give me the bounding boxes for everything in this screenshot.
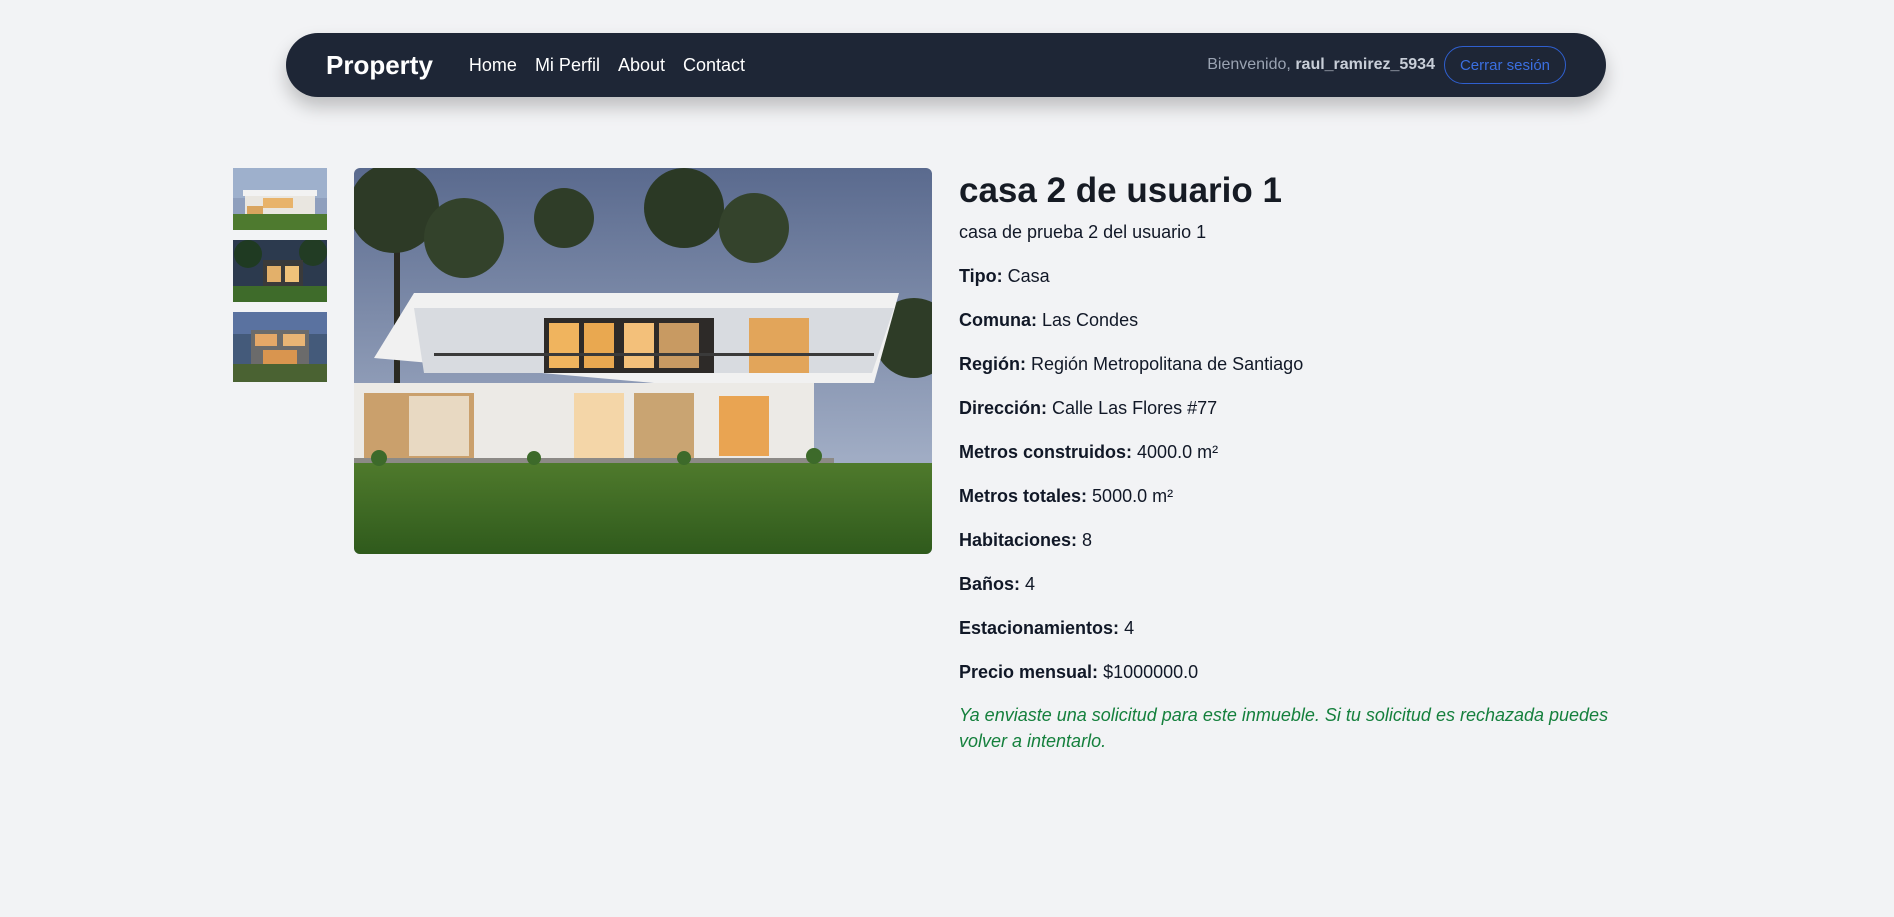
field-value: 4 bbox=[1124, 618, 1135, 638]
user-area: Bienvenido, raul_ramirez_5934 Cerrar ses… bbox=[1207, 46, 1566, 84]
request-notice: Ya enviaste una solicitud para este inmu… bbox=[959, 705, 1609, 751]
field-banos: Baños: 4 bbox=[959, 572, 1659, 596]
property-details: casa 2 de usuario 1 casa de prueba 2 del… bbox=[959, 168, 1659, 754]
field-comuna: Comuna: Las Condes bbox=[959, 308, 1659, 332]
field-label: Metros construidos: bbox=[959, 442, 1133, 462]
logout-button[interactable]: Cerrar sesión bbox=[1443, 46, 1566, 84]
field-metros-totales: Metros totales: 5000.0 m² bbox=[959, 484, 1659, 508]
field-label: Región: bbox=[959, 354, 1026, 374]
field-label: Dirección: bbox=[959, 398, 1048, 418]
field-label: Metros totales: bbox=[959, 486, 1088, 506]
field-label: Estacionamientos: bbox=[959, 618, 1120, 638]
property-description: casa de prueba 2 del usuario 1 bbox=[959, 222, 1207, 242]
field-value: 8 bbox=[1082, 530, 1093, 550]
field-habitaciones: Habitaciones: 8 bbox=[959, 528, 1659, 552]
nav-link-about[interactable]: About bbox=[618, 55, 665, 76]
nav-link-mi-perfil[interactable]: Mi Perfil bbox=[535, 55, 600, 76]
property-main-image bbox=[354, 168, 932, 554]
field-direccion: Dirección: Calle Las Flores #77 bbox=[959, 396, 1659, 420]
thumbnail-2[interactable] bbox=[233, 240, 327, 302]
nav-link-contact[interactable]: Contact bbox=[683, 55, 745, 76]
thumbnail-3[interactable] bbox=[233, 312, 327, 382]
field-label: Habitaciones: bbox=[959, 530, 1078, 550]
welcome-prefix: Bienvenido, bbox=[1207, 56, 1291, 73]
field-label: Precio mensual: bbox=[959, 662, 1099, 682]
field-metros-construidos: Metros construidos: 4000.0 m² bbox=[959, 440, 1659, 464]
nav-links: Home Mi Perfil About Contact bbox=[469, 55, 745, 76]
field-value: Las Condes bbox=[1042, 310, 1139, 330]
field-value: Región Metropolitana de Santiago bbox=[1031, 354, 1304, 374]
field-value: Calle Las Flores #77 bbox=[1052, 398, 1218, 418]
field-estacionamientos: Estacionamientos: 4 bbox=[959, 616, 1659, 640]
field-region: Región: Región Metropolitana de Santiago bbox=[959, 352, 1659, 376]
field-precio-mensual: Precio mensual: $1000000.0 bbox=[959, 660, 1659, 684]
thumbnail-1[interactable] bbox=[233, 168, 327, 230]
thumbnail-list bbox=[233, 168, 327, 392]
field-value: 4 bbox=[1025, 574, 1036, 594]
navbar: Property Home Mi Perfil About Contact Bi… bbox=[286, 33, 1606, 97]
welcome-text: Bienvenido, raul_ramirez_5934 bbox=[1207, 56, 1435, 74]
field-value: 4000.0 m² bbox=[1137, 442, 1219, 462]
field-value: 5000.0 m² bbox=[1092, 486, 1174, 506]
username: raul_ramirez_5934 bbox=[1295, 56, 1435, 73]
field-label: Tipo: bbox=[959, 266, 1003, 286]
field-tipo: Tipo: Casa bbox=[959, 264, 1659, 288]
property-title: casa 2 de usuario 1 bbox=[959, 171, 1282, 210]
field-label: Comuna: bbox=[959, 310, 1037, 330]
nav-link-home[interactable]: Home bbox=[469, 55, 517, 76]
field-value: $1000000.0 bbox=[1103, 662, 1199, 682]
field-value: Casa bbox=[1007, 266, 1050, 286]
brand-logo[interactable]: Property bbox=[326, 50, 433, 81]
field-label: Baños: bbox=[959, 574, 1021, 594]
